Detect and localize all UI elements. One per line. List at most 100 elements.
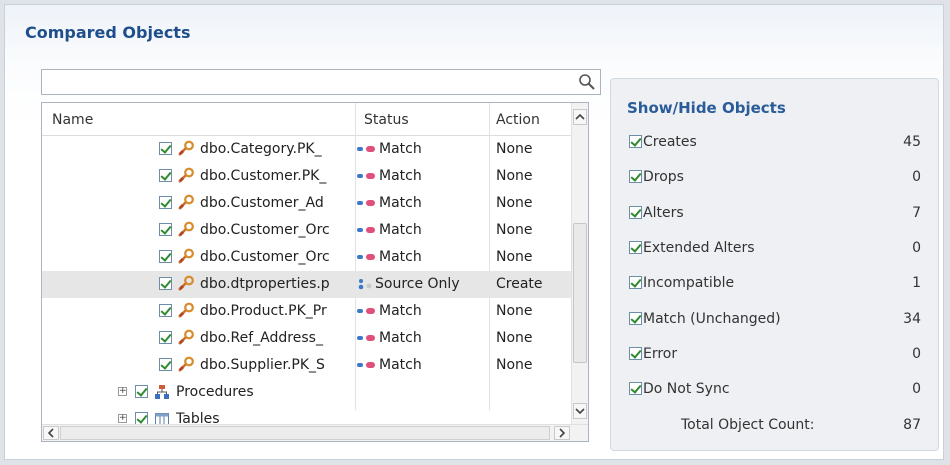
filter-label[interactable]: Match (Unchanged) (643, 308, 781, 330)
filter-item[interactable]: Extended Alters 0 (629, 237, 929, 259)
match-icon (357, 333, 377, 343)
row-object-name: dbo.Ref_Address_ (200, 330, 323, 346)
filter-item[interactable]: Drops 0 (629, 166, 929, 188)
row-checkbox[interactable] (159, 196, 172, 209)
row-status: Match (357, 298, 487, 325)
tree-row[interactable]: dbo.Supplier.PK_S Match None (42, 352, 574, 379)
row-status-label: Match (379, 303, 422, 319)
expand-icon[interactable]: + (118, 414, 127, 423)
match-icon (357, 360, 377, 370)
filter-label[interactable]: Creates (643, 131, 697, 153)
show-hide-objects-panel: Show/Hide Objects Creates 45 Drops 0 Alters 7… (610, 78, 939, 451)
match-icon (357, 171, 377, 181)
filter-checkbox[interactable] (629, 347, 642, 360)
filter-label[interactable]: Extended Alters (643, 237, 755, 259)
filter-item[interactable]: Incompatible 1 (629, 272, 929, 294)
filter-item[interactable]: Error 0 (629, 343, 929, 365)
objects-tree[interactable]: Name Status Action dbo.Category.PK_ Match… (41, 102, 589, 442)
primary-key-icon (178, 140, 194, 156)
filter-label[interactable]: Alters (643, 202, 684, 224)
filter-item[interactable]: Creates 45 (629, 131, 929, 153)
primary-key-icon (178, 194, 194, 210)
tree-row[interactable]: dbo.Customer_Orc Match None (42, 244, 574, 271)
row-status-label: Source Only (375, 276, 460, 292)
row-checkbox[interactable] (159, 169, 172, 182)
horizontal-scroll-thumb[interactable] (60, 426, 550, 440)
filter-label[interactable]: Incompatible (643, 272, 734, 294)
filter-count: 0 (912, 381, 921, 397)
tree-header: Name Status Action (42, 103, 574, 136)
horizontal-scrollbar[interactable] (42, 424, 588, 441)
tree-row[interactable]: dbo.Customer_Ad Match None (42, 190, 574, 217)
primary-key-icon (178, 302, 194, 318)
scroll-right-button[interactable] (554, 426, 570, 440)
row-object-name: dbo.Supplier.PK_S (200, 357, 325, 373)
primary-key-icon (178, 167, 194, 183)
tree-row[interactable]: dbo.dtproperties.p Source Only Create (42, 271, 574, 298)
row-status-label: Match (379, 222, 422, 238)
search-input[interactable] (41, 69, 601, 95)
match-icon (357, 144, 377, 154)
row-checkbox[interactable] (159, 223, 172, 236)
row-status: Match (357, 244, 487, 271)
filter-item[interactable]: Do Not Sync 0 (629, 378, 929, 400)
row-status: Match (357, 325, 487, 352)
tree-row[interactable]: dbo.Customer.PK_ Match None (42, 163, 574, 190)
row-status: Source Only (357, 271, 487, 298)
row-action: Create (496, 276, 543, 292)
expand-icon[interactable]: + (118, 387, 127, 396)
filter-checkbox[interactable] (629, 206, 642, 219)
compared-objects-panel: Compared Objects Name Status Action dbo.… (4, 4, 944, 460)
primary-key-icon (178, 275, 194, 291)
filter-checkbox[interactable] (629, 312, 642, 325)
primary-key-icon (178, 356, 194, 372)
filter-checkbox[interactable] (629, 276, 642, 289)
row-object-name: dbo.Customer_Orc (200, 249, 330, 265)
column-header-action[interactable]: Action (496, 103, 540, 135)
column-header-name[interactable]: Name (52, 103, 93, 135)
filter-checkbox[interactable] (629, 382, 642, 395)
row-checkbox[interactable] (159, 331, 172, 344)
row-status-label: Match (379, 141, 422, 157)
search-icon[interactable] (578, 73, 596, 91)
filter-checkbox[interactable] (629, 170, 642, 183)
tree-row[interactable]: dbo.Category.PK_ Match None (42, 136, 574, 163)
tree-row[interactable]: dbo.Product.PK_Pr Match None (42, 298, 574, 325)
row-status-label: Match (379, 330, 422, 346)
filter-count: 45 (903, 134, 921, 150)
column-header-status[interactable]: Status (364, 103, 409, 135)
row-status: Match (357, 163, 487, 190)
vertical-scroll-thumb[interactable] (573, 223, 587, 363)
match-icon (357, 306, 377, 316)
filter-label[interactable]: Do Not Sync (643, 378, 730, 400)
filter-label[interactable]: Error (643, 343, 677, 365)
filter-checkbox[interactable] (629, 135, 642, 148)
filter-count: 0 (912, 240, 921, 256)
row-status: Match (357, 217, 487, 244)
filter-item[interactable]: Alters 7 (629, 202, 929, 224)
filter-label[interactable]: Drops (643, 166, 684, 188)
tree-row[interactable]: dbo.Ref_Address_ Match None (42, 325, 574, 352)
row-status: Match (357, 352, 487, 379)
row-checkbox[interactable] (159, 304, 172, 317)
row-action: None (496, 222, 533, 238)
row-checkbox[interactable] (159, 277, 172, 290)
scroll-down-button[interactable] (573, 403, 587, 419)
primary-key-icon (178, 221, 194, 237)
row-action: None (496, 249, 533, 265)
tree-row[interactable]: dbo.Customer_Orc Match None (42, 217, 574, 244)
row-checkbox[interactable] (159, 142, 172, 155)
filter-count: 0 (912, 346, 921, 362)
chevron-up-icon (575, 113, 585, 120)
scroll-left-button[interactable] (43, 426, 59, 440)
row-checkbox[interactable] (159, 358, 172, 371)
chevron-left-icon (47, 428, 54, 438)
vertical-scrollbar[interactable] (571, 103, 588, 425)
group-checkbox[interactable] (135, 385, 148, 398)
filter-item[interactable]: Match (Unchanged) 34 (629, 308, 929, 330)
scroll-up-button[interactable] (573, 109, 587, 125)
tree-group-row[interactable]: + Procedures (42, 379, 574, 406)
chevron-down-icon (575, 408, 585, 415)
filter-checkbox[interactable] (629, 241, 642, 254)
row-checkbox[interactable] (159, 250, 172, 263)
